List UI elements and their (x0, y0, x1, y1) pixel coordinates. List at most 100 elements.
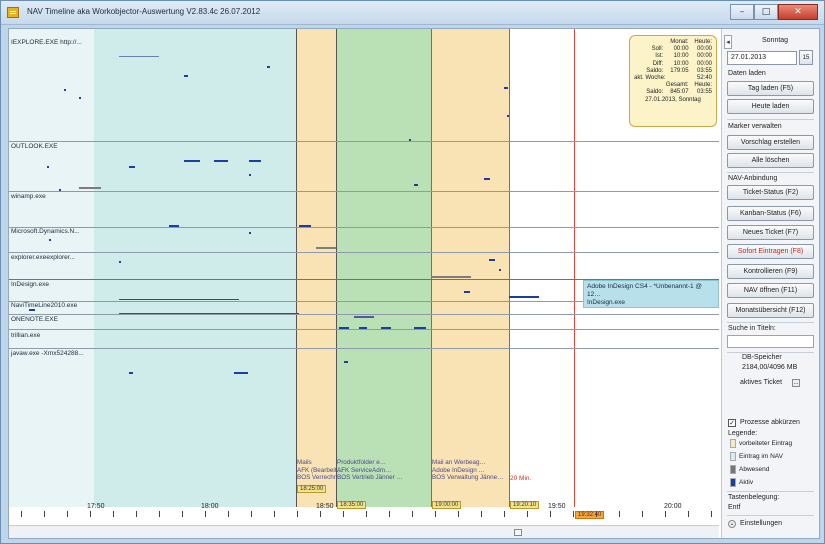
summary-today-value: 00:00 (696, 46, 712, 53)
neues-ticket-button[interactable]: Neues Ticket (F7) (727, 225, 814, 240)
legend-label: Abwesend (739, 466, 770, 473)
monatsuebersicht-button[interactable]: Monatsübersicht (F12) (727, 303, 814, 318)
axis-tick (21, 511, 22, 517)
summary-today-value: 00:00 (696, 53, 712, 60)
active-ticket-button[interactable]: ... (792, 379, 800, 387)
activity-dot (64, 89, 66, 91)
settings-toggle[interactable]: Einstellungen (740, 520, 782, 527)
search-input[interactable] (727, 335, 814, 348)
close-button[interactable]: ✕ (778, 4, 818, 20)
axis-tick (596, 511, 597, 517)
calendar-icon[interactable]: 15 (799, 50, 813, 65)
summary-today-value: 52:40 (696, 75, 712, 82)
activity-mark (119, 299, 239, 300)
axis-tick (665, 511, 666, 517)
activity-mark (344, 361, 348, 363)
scrollbar-thumb[interactable] (514, 529, 522, 536)
axis-tick (274, 511, 275, 517)
summary-today-header: Heute: (694, 39, 712, 45)
axis-tick (90, 511, 91, 517)
activity-mark (509, 296, 539, 298)
prozesse-checkbox[interactable]: ✓ (728, 419, 736, 427)
band-entry-green[interactable] (336, 29, 431, 507)
marker-line[interactable] (509, 29, 510, 507)
band-prepared-entry-2[interactable] (431, 29, 509, 507)
axis-tick (458, 511, 459, 517)
band-note-line: AFK ServiceAdm… (337, 466, 392, 474)
control-panel: ◂ Sonntag 27.01.2013 15 Daten laden Tag … (721, 29, 819, 538)
axis-tick (435, 511, 436, 517)
prozesse-label: Prozesse abkürzen (740, 419, 800, 426)
minimize-button[interactable]: – (730, 4, 754, 20)
band-nav-entry[interactable] (94, 29, 296, 507)
summary-month-value: 179:05 (670, 67, 689, 74)
legend-item: Aktiv (730, 478, 753, 487)
weekday-label: Sonntag (762, 37, 789, 44)
axis-tick (711, 511, 712, 517)
timeline-canvas[interactable]: IEXPLORE.EXE http://... OUTLOOK.EXE wina… (9, 29, 719, 525)
time-tag: 19:32:40 (575, 511, 605, 519)
kanban-status-button[interactable]: Kanban-Status (F6) (727, 206, 814, 221)
sofort-eintragen-button[interactable]: Sofort Eintragen (F8) (727, 244, 814, 259)
divider (727, 491, 814, 492)
app-icon (7, 7, 19, 18)
axis-tick (504, 511, 505, 517)
section-nav-anbindung: NAV-Anbindung (728, 175, 778, 182)
summary-month-value (664, 75, 689, 82)
axis-tick (205, 511, 206, 517)
activity-dot (249, 174, 251, 176)
summary-key: Diff: (652, 60, 664, 67)
activity-mark (354, 316, 374, 318)
activity-dot (499, 269, 501, 271)
maximize-button[interactable]: □ (754, 4, 778, 20)
row-label: ONENOTE.EXE (11, 316, 58, 323)
horizontal-scrollbar[interactable] (9, 525, 719, 538)
marker-line[interactable] (574, 29, 575, 507)
legend-label: Eintrag im NAV (739, 453, 783, 460)
heute-laden-button[interactable]: Heute laden (727, 99, 814, 114)
axis-tick (136, 511, 137, 517)
axis-tick (113, 511, 114, 517)
activity-mark (184, 160, 200, 162)
summary-key: akt. Woche: (634, 75, 666, 82)
vorschlag-erstellen-button[interactable]: Vorschlag erstellen (727, 135, 814, 150)
nav-oeffnen-button[interactable]: NAV öffnen (F11) (727, 283, 814, 298)
axis-tick (619, 511, 620, 517)
activity-mark (299, 225, 311, 227)
tag-laden-button[interactable]: Tag laden (F5) (727, 81, 814, 96)
band-prepared-entry-1[interactable] (296, 29, 336, 507)
divider (727, 515, 814, 516)
activity-mark (504, 87, 508, 89)
axis-time-label: 18:50 (316, 503, 334, 510)
axis-time-label: 20:00 (664, 503, 682, 510)
summary-today-value: Heute: (694, 82, 712, 89)
chevron-down-icon[interactable]: ⌄ (728, 520, 736, 528)
band-note: Mail an Werbeag… Adobe InDesign … BOS Ve… (432, 459, 503, 482)
band-note-line: Adobe InDesign … (432, 466, 485, 474)
divider (727, 172, 814, 173)
kontrollieren-button[interactable]: Kontrollieren (F9) (727, 264, 814, 279)
activity-dot (47, 166, 49, 168)
axis-tick (389, 511, 390, 517)
tooltip-process: InDesign.exe (587, 299, 625, 306)
activity-mark (464, 291, 470, 293)
activity-mark (381, 327, 391, 329)
activity-mark (119, 313, 299, 314)
legend-title: Legende: (728, 430, 758, 437)
prev-day-button[interactable]: ◂ (724, 35, 732, 49)
date-field[interactable]: 27.01.2013 (727, 51, 797, 65)
alle-loeschen-button[interactable]: Alle löschen (727, 153, 814, 168)
ticket-status-button[interactable]: Ticket-Status (F2) (727, 185, 814, 200)
row-label: Microsoft.Dynamics.N... (11, 228, 80, 235)
axis-tick (573, 511, 574, 517)
axis-tick (297, 511, 298, 517)
axis-time-label: 17:50 (87, 503, 105, 510)
marker-line[interactable] (431, 29, 432, 507)
row-label: NaviTimeLine2010.exe (11, 302, 78, 309)
axis-time-label: 18:00 (201, 503, 219, 510)
activity-mark (129, 372, 133, 374)
section-marker-verwalten: Marker verwalten (728, 123, 782, 130)
divider (727, 352, 814, 353)
legend-label: vorbeiteter Eintrag (739, 440, 793, 447)
activity-mark (29, 309, 35, 311)
